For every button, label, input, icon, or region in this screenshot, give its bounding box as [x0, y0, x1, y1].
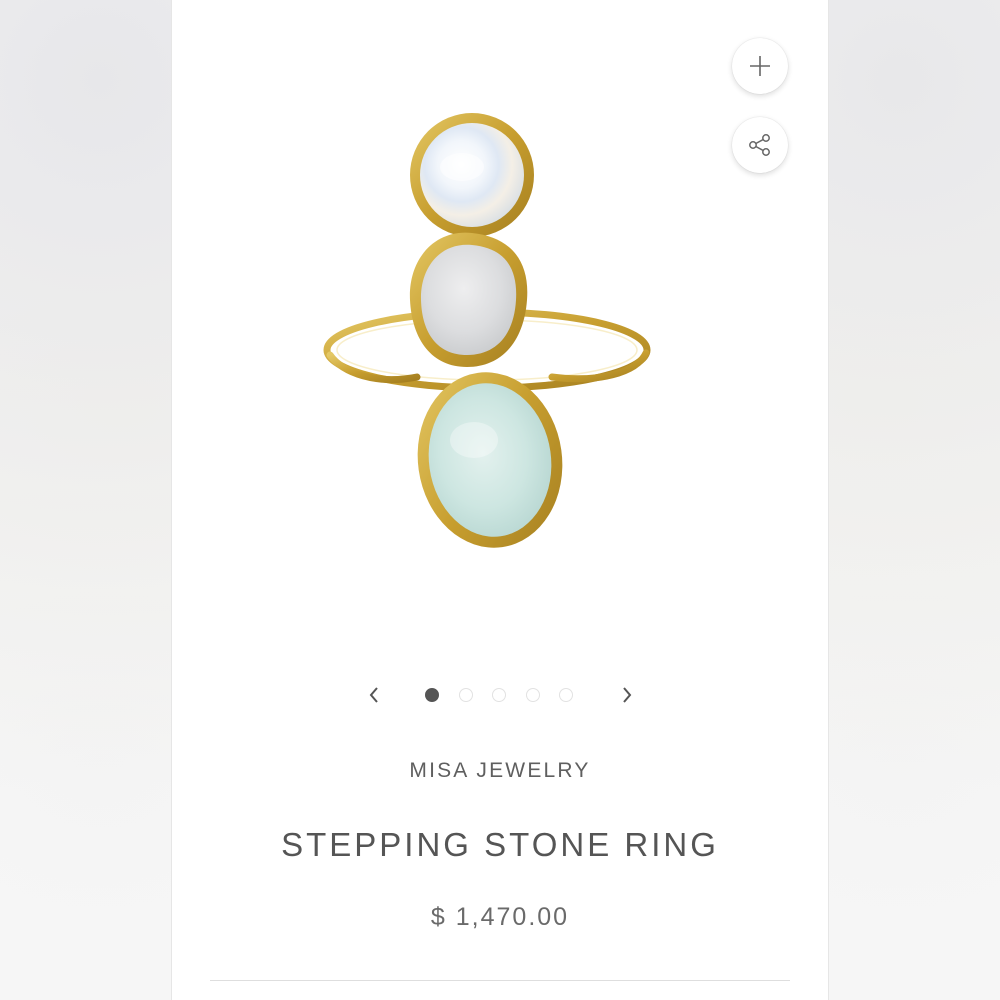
product-gallery[interactable] [172, 0, 828, 660]
divider [210, 980, 790, 981]
add-button[interactable] [732, 38, 788, 94]
previous-slide-button[interactable] [359, 680, 389, 710]
product-image[interactable] [322, 105, 672, 565]
slide-dot-3[interactable] [492, 688, 506, 702]
slide-dot-1[interactable] [425, 688, 439, 702]
chevron-left-icon [369, 687, 378, 703]
share-icon [749, 134, 770, 156]
plus-icon [750, 56, 770, 76]
product-vendor-link[interactable]: MISA JEWELRY [172, 759, 828, 783]
slide-dots [425, 688, 575, 704]
next-slide-button[interactable] [612, 680, 642, 710]
share-button[interactable] [732, 117, 788, 173]
slide-dot-4[interactable] [526, 688, 540, 702]
slide-dot-2[interactable] [459, 688, 473, 702]
product-title: STEPPING STONE RING [281, 826, 719, 863]
slide-dot-5[interactable] [559, 688, 573, 702]
chevron-right-icon [623, 687, 632, 703]
product-page: MISA JEWELRY STEPPING STONE RING $ 1,470… [172, 0, 828, 1000]
product-price: $ 1,470.00 [430, 903, 570, 931]
gallery-pagination [172, 680, 828, 710]
